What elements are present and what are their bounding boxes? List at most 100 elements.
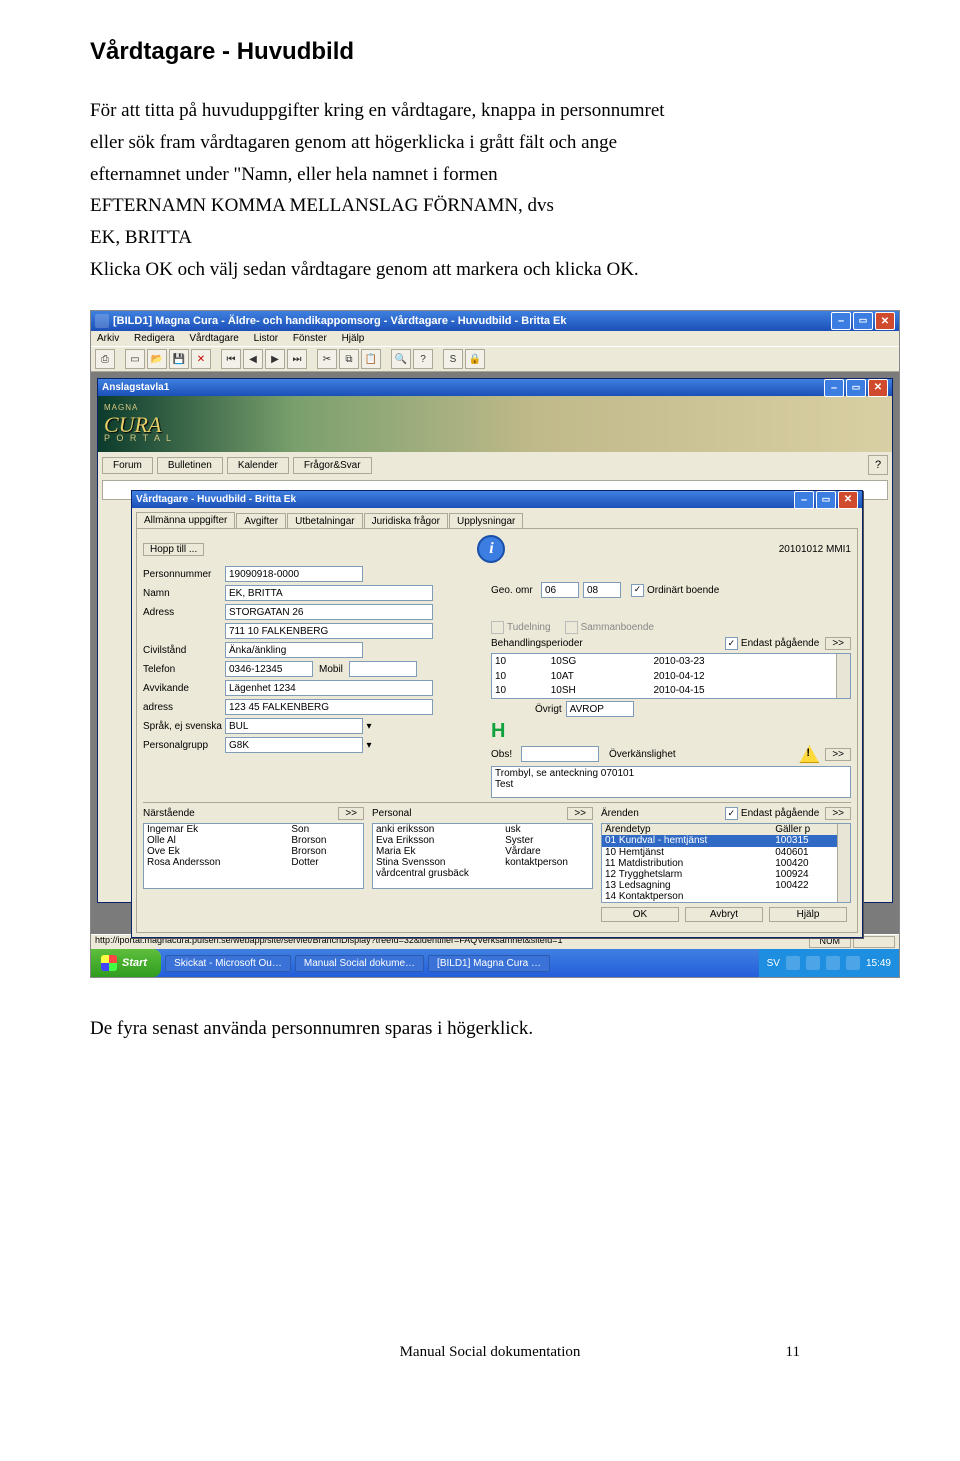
- toolbar-prev-icon[interactable]: ◀: [243, 349, 263, 369]
- anslag-close-button[interactable]: [868, 379, 888, 397]
- scrollbar[interactable]: [836, 654, 850, 698]
- tray-lang[interactable]: SV: [767, 958, 780, 969]
- toolbar-search-icon[interactable]: 🔍: [391, 349, 411, 369]
- info-icon[interactable]: i: [477, 535, 505, 563]
- tab-avgifter[interactable]: Avgifter: [236, 513, 286, 529]
- toolbar-next-icon[interactable]: ▶: [265, 349, 285, 369]
- anslag-minimize-button[interactable]: [824, 379, 844, 397]
- tab-upplysningar[interactable]: Upplysningar: [449, 513, 523, 529]
- menu-fonster[interactable]: Fönster: [293, 333, 327, 344]
- civil-field[interactable]: Änka/änkling: [225, 642, 363, 658]
- taskbar-item[interactable]: [BILD1] Magna Cura …: [428, 955, 550, 972]
- toolbar-lock-icon[interactable]: 🔒: [465, 349, 485, 369]
- tab-allmanna[interactable]: Allmänna uppgifter: [136, 512, 235, 529]
- portal-tab-forum[interactable]: Forum: [102, 457, 153, 474]
- taskbar-item[interactable]: Skickat - Microsoft Ou…: [165, 955, 291, 972]
- arenden-expand-button[interactable]: >>: [825, 807, 851, 820]
- narst-expand-button[interactable]: >>: [338, 807, 364, 820]
- tray-icon[interactable]: [846, 956, 860, 970]
- personnummer-field[interactable]: 19090918-0000: [225, 566, 363, 582]
- taskbar: Start Skickat - Microsoft Ou… Manual Soc…: [91, 949, 899, 977]
- taskbar-item[interactable]: Manual Social dokume…: [295, 955, 424, 972]
- toolbar-first-icon[interactable]: ⏮: [221, 349, 241, 369]
- personal-list[interactable]: anki erikssonusk Eva ErikssonSyster Mari…: [372, 823, 593, 889]
- avvik-field[interactable]: Lägenhet 1234: [225, 680, 433, 696]
- personal-label: Personal: [372, 808, 411, 819]
- tray-icon[interactable]: [806, 956, 820, 970]
- ovrigt-field[interactable]: AVROP: [566, 701, 634, 717]
- hopp-button[interactable]: Hopp till ...: [143, 543, 204, 556]
- pgrupp-dropdown-icon[interactable]: ▾: [363, 740, 375, 751]
- geo2-field[interactable]: 08: [583, 582, 621, 598]
- overk-list[interactable]: Trombyl, se anteckning 070101 Test: [491, 766, 851, 798]
- menu-hjalp[interactable]: Hjälp: [342, 333, 365, 344]
- toolbar-save-icon[interactable]: 💾: [169, 349, 189, 369]
- ovrigt-label: Övrigt: [535, 704, 562, 715]
- post-field[interactable]: 711 10 FALKENBERG: [225, 623, 433, 639]
- adress2-field[interactable]: 123 45 FALKENBERG: [225, 699, 433, 715]
- toolbar-last-icon[interactable]: ⏭: [287, 349, 307, 369]
- hjalp-button[interactable]: Hjälp: [769, 907, 847, 922]
- arendetyp-header: Ärendetyp: [602, 824, 772, 835]
- intro-line-2: eller sök fram vårdtagaren genom att hög…: [90, 130, 890, 156]
- toolbar-cut-icon[interactable]: ✂: [317, 349, 337, 369]
- toolbar-help-icon[interactable]: ?: [413, 349, 433, 369]
- portal-help-icon[interactable]: ?: [868, 455, 888, 475]
- mobil-field[interactable]: [349, 661, 417, 677]
- namn-field[interactable]: EK, BRITTA: [225, 585, 433, 601]
- geo-label: Geo. omr: [491, 585, 541, 596]
- table-row: Ingemar EkSon: [144, 824, 363, 835]
- ok-button[interactable]: OK: [601, 907, 679, 922]
- tab-utbetalningar[interactable]: Utbetalningar: [287, 513, 362, 529]
- vwin-tabs: Allmänna uppgifter Avgifter Utbetalninga…: [132, 508, 862, 528]
- adress-field[interactable]: STORGATAN 26: [225, 604, 433, 620]
- ordbo-checkbox[interactable]: [631, 584, 644, 597]
- mdi-area: Anslagstavla1 MAGNA CURA P O R T A L: [91, 372, 899, 934]
- vwin-minimize-button[interactable]: [794, 491, 814, 509]
- scrollbar[interactable]: [837, 824, 850, 902]
- menu-redigera[interactable]: Redigera: [134, 333, 175, 344]
- portal-tab-bulletinen[interactable]: Bulletinen: [157, 457, 223, 474]
- toolbar-new-icon[interactable]: ▭: [125, 349, 145, 369]
- portal-tab-fragorsvar[interactable]: Frågor&Svar: [293, 457, 372, 474]
- anslag-maximize-button[interactable]: [846, 379, 866, 397]
- close-button[interactable]: [875, 312, 895, 330]
- toolbar-print-icon[interactable]: ⎙: [95, 349, 115, 369]
- behper-expand-button[interactable]: >>: [825, 637, 851, 650]
- civil-label: Civilstånd: [143, 645, 225, 656]
- portal-tab-kalender[interactable]: Kalender: [227, 457, 289, 474]
- tab-juridiska[interactable]: Juridiska frågor: [364, 513, 448, 529]
- vwin-maximize-button[interactable]: [816, 491, 836, 509]
- menu-listor[interactable]: Listor: [254, 333, 278, 344]
- obs-field[interactable]: [521, 746, 599, 762]
- narst-list[interactable]: Ingemar EkSon Olle AlBrorson Ove EkBrors…: [143, 823, 364, 889]
- toolbar-open-icon[interactable]: 📂: [147, 349, 167, 369]
- vwin-close-button[interactable]: [838, 491, 858, 509]
- start-button[interactable]: Start: [91, 949, 161, 977]
- pgrupp-field[interactable]: G8K: [225, 737, 363, 753]
- menu-arkiv[interactable]: Arkiv: [97, 333, 119, 344]
- app-menubar: Arkiv Redigera Vårdtagare Listor Fönster…: [91, 331, 899, 346]
- overk-expand-button[interactable]: >>: [825, 748, 851, 761]
- tray-icon[interactable]: [786, 956, 800, 970]
- arenden-endast-checkbox[interactable]: [725, 807, 738, 820]
- behper-list[interactable]: 1010SG2010-03-23 1010AT2010-04-12 1010SH…: [491, 653, 851, 699]
- toolbar-s-icon[interactable]: S: [443, 349, 463, 369]
- sprak-dropdown-icon[interactable]: ▾: [363, 721, 375, 732]
- telefon-field[interactable]: 0346-12345: [225, 661, 313, 677]
- toolbar-delete-icon[interactable]: ✕: [191, 349, 211, 369]
- maximize-button[interactable]: [853, 312, 873, 330]
- personal-expand-button[interactable]: >>: [567, 807, 593, 820]
- toolbar-copy-icon[interactable]: ⧉: [339, 349, 359, 369]
- minimize-button[interactable]: [831, 312, 851, 330]
- sprak-field[interactable]: BUL: [225, 718, 363, 734]
- system-tray: SV 15:49: [759, 949, 899, 977]
- tray-icon[interactable]: [826, 956, 840, 970]
- avbryt-button[interactable]: Avbryt: [685, 907, 763, 922]
- behper-endast-checkbox[interactable]: [725, 637, 738, 650]
- menu-vardtagare[interactable]: Vårdtagare: [189, 333, 238, 344]
- geo1-field[interactable]: 06: [541, 582, 579, 598]
- galler-header: Gäller p: [772, 824, 836, 835]
- toolbar-paste-icon[interactable]: 📋: [361, 349, 381, 369]
- arenden-list[interactable]: ÄrendetypGäller p 01 Kundval - hemtjänst…: [601, 823, 851, 903]
